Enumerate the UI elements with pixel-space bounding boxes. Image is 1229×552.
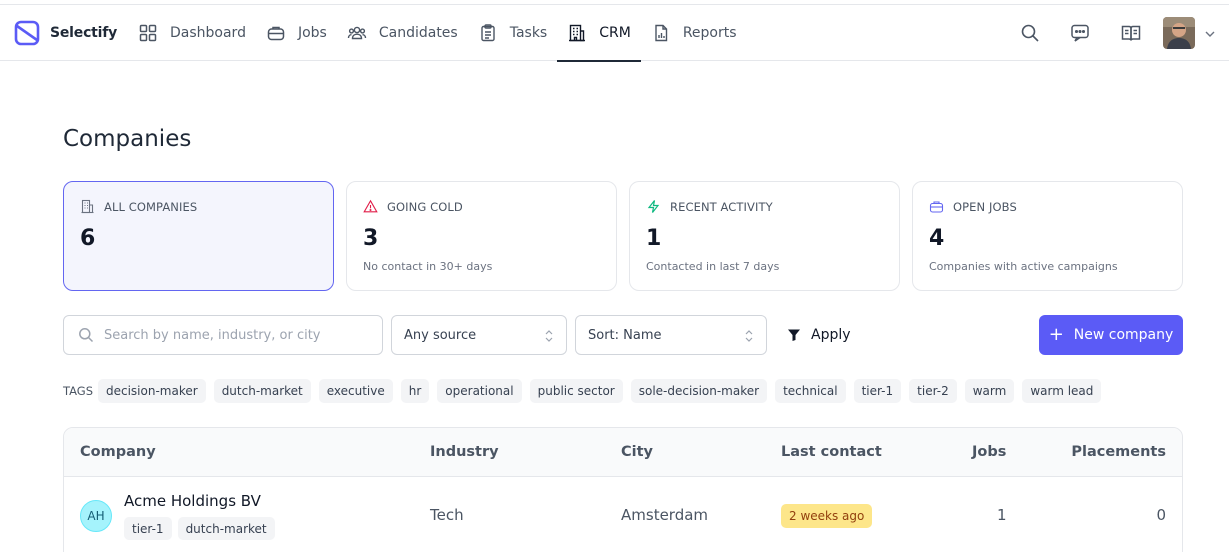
main-nav: Dashboard Jobs Candidates Tasks CRM Repo…	[128, 5, 747, 62]
column-header-city[interactable]: City	[621, 444, 653, 460]
top-navigation-bar: Selectify Dashboard Jobs Candidates Task…	[0, 4, 1229, 62]
building-icon	[569, 24, 586, 42]
sort-select-value: Sort: Name	[588, 327, 662, 343]
users-icon	[347, 26, 367, 40]
stat-card-all-companies[interactable]: ALL COMPANIES 6	[63, 181, 334, 291]
book-icon[interactable]	[1120, 22, 1142, 44]
column-header-placements[interactable]: Placements	[1071, 444, 1166, 460]
app-logo[interactable]: Selectify	[14, 20, 117, 46]
grid-icon	[139, 24, 157, 42]
nav-item-dashboard[interactable]: Dashboard	[128, 5, 256, 61]
chevron-up-down-icon	[745, 330, 753, 342]
chevron-up-down-icon	[545, 330, 553, 342]
user-avatar[interactable]	[1163, 17, 1195, 49]
tag-filter[interactable]: decision-maker	[98, 379, 206, 403]
nav-label: Dashboard	[170, 25, 246, 41]
nav-label: CRM	[599, 25, 631, 41]
chevron-down-icon[interactable]	[1204, 29, 1216, 39]
search-icon	[79, 328, 94, 343]
nav-label: Candidates	[378, 25, 458, 41]
last-contact-badge: 2 weeks ago	[781, 504, 873, 528]
stat-label: GOING COLD	[387, 199, 463, 214]
source-select[interactable]: Any source	[391, 315, 567, 355]
tag-filter[interactable]: hr	[400, 379, 430, 403]
nav-label: Jobs	[297, 25, 327, 41]
selectify-logo-icon	[14, 20, 40, 46]
new-company-button[interactable]: + New company	[1039, 315, 1183, 355]
company-name[interactable]: Acme Holdings BV	[124, 492, 261, 510]
column-header-industry[interactable]: Industry	[430, 444, 499, 460]
search-icon[interactable]	[1019, 22, 1041, 44]
bolt-icon	[647, 200, 660, 213]
stat-label: OPEN JOBS	[953, 199, 1017, 214]
tags-label: TAGS	[63, 384, 94, 398]
page-title: Companies	[63, 126, 192, 152]
new-company-label: New company	[1073, 327, 1174, 343]
stat-description: Companies with active campaigns	[929, 260, 1118, 273]
chat-icon[interactable]	[1069, 22, 1091, 44]
table-header: Company Industry City Last contact Jobs …	[64, 428, 1182, 477]
company-tags: tier-1 dutch-market	[124, 517, 275, 540]
companies-table: Company Industry City Last contact Jobs …	[63, 427, 1183, 552]
tag-filter[interactable]: tier-1	[853, 379, 902, 403]
tag-filter[interactable]: sole-decision-maker	[630, 379, 768, 403]
tag-filter[interactable]: public sector	[529, 379, 623, 403]
stat-value: 6	[80, 226, 96, 251]
column-header-jobs[interactable]: Jobs	[972, 444, 1006, 460]
plus-icon: +	[1048, 324, 1064, 345]
column-header-company[interactable]: Company	[80, 444, 156, 460]
apply-filters-button[interactable]: Apply	[787, 315, 851, 355]
stat-value: 4	[929, 226, 945, 251]
nav-item-reports[interactable]: Reports	[641, 5, 747, 61]
filter-icon	[788, 329, 800, 341]
tag-filter[interactable]: warm lead	[1022, 379, 1102, 403]
warning-icon	[363, 199, 378, 213]
report-icon	[655, 24, 668, 42]
nav-item-jobs[interactable]: Jobs	[256, 5, 337, 61]
cell-industry: Tech	[430, 506, 464, 524]
tag-filter-list: decision-maker dutch-market executive hr…	[98, 379, 1102, 403]
briefcase-icon	[267, 26, 285, 41]
briefcase-icon	[929, 201, 944, 213]
nav-item-crm[interactable]: CRM	[557, 5, 641, 62]
stat-description: Contacted in last 7 days	[646, 260, 780, 273]
nav-item-tasks[interactable]: Tasks	[468, 5, 558, 61]
apply-label: Apply	[811, 327, 851, 343]
search-input[interactable]	[104, 327, 374, 343]
app-name: Selectify	[50, 25, 118, 41]
stat-card-open-jobs[interactable]: OPEN JOBS 4 Companies with active campai…	[912, 181, 1183, 291]
company-tag: dutch-market	[177, 517, 275, 540]
search-box[interactable]	[63, 315, 383, 355]
nav-label: Tasks	[509, 25, 548, 41]
sort-select[interactable]: Sort: Name	[575, 315, 767, 355]
stat-card-going-cold[interactable]: GOING COLD 3 No contact in 30+ days	[346, 181, 617, 291]
tag-filter[interactable]: tier-2	[909, 379, 957, 403]
nav-label: Reports	[682, 25, 737, 41]
company-tag: tier-1	[124, 517, 172, 540]
column-header-last-contact[interactable]: Last contact	[781, 444, 882, 460]
avatar-photo-icon	[1163, 17, 1195, 49]
stat-label: ALL COMPANIES	[104, 199, 198, 214]
cell-placements: 0	[1156, 506, 1166, 524]
stat-value: 3	[363, 226, 379, 251]
tag-filter[interactable]: warm	[964, 379, 1015, 403]
table-row[interactable]: AH Acme Holdings BV tier-1 dutch-market …	[64, 477, 1182, 552]
stat-value: 1	[646, 226, 662, 251]
building-icon	[81, 199, 94, 214]
tag-filter[interactable]: executive	[318, 379, 393, 403]
tag-filter[interactable]: technical	[775, 379, 846, 403]
nav-item-candidates[interactable]: Candidates	[337, 5, 468, 61]
clipboard-icon	[481, 24, 495, 42]
stat-label: RECENT ACTIVITY	[670, 199, 773, 214]
cell-city: Amsterdam	[621, 506, 709, 524]
stat-card-recent-activity[interactable]: RECENT ACTIVITY 1 Contacted in last 7 da…	[629, 181, 900, 291]
tag-filter[interactable]: operational	[437, 379, 522, 403]
source-select-value: Any source	[404, 327, 477, 343]
cell-jobs: 1	[997, 506, 1007, 524]
company-avatar: AH	[80, 500, 112, 532]
stat-description: No contact in 30+ days	[363, 260, 493, 273]
tag-filter[interactable]: dutch-market	[213, 379, 311, 403]
